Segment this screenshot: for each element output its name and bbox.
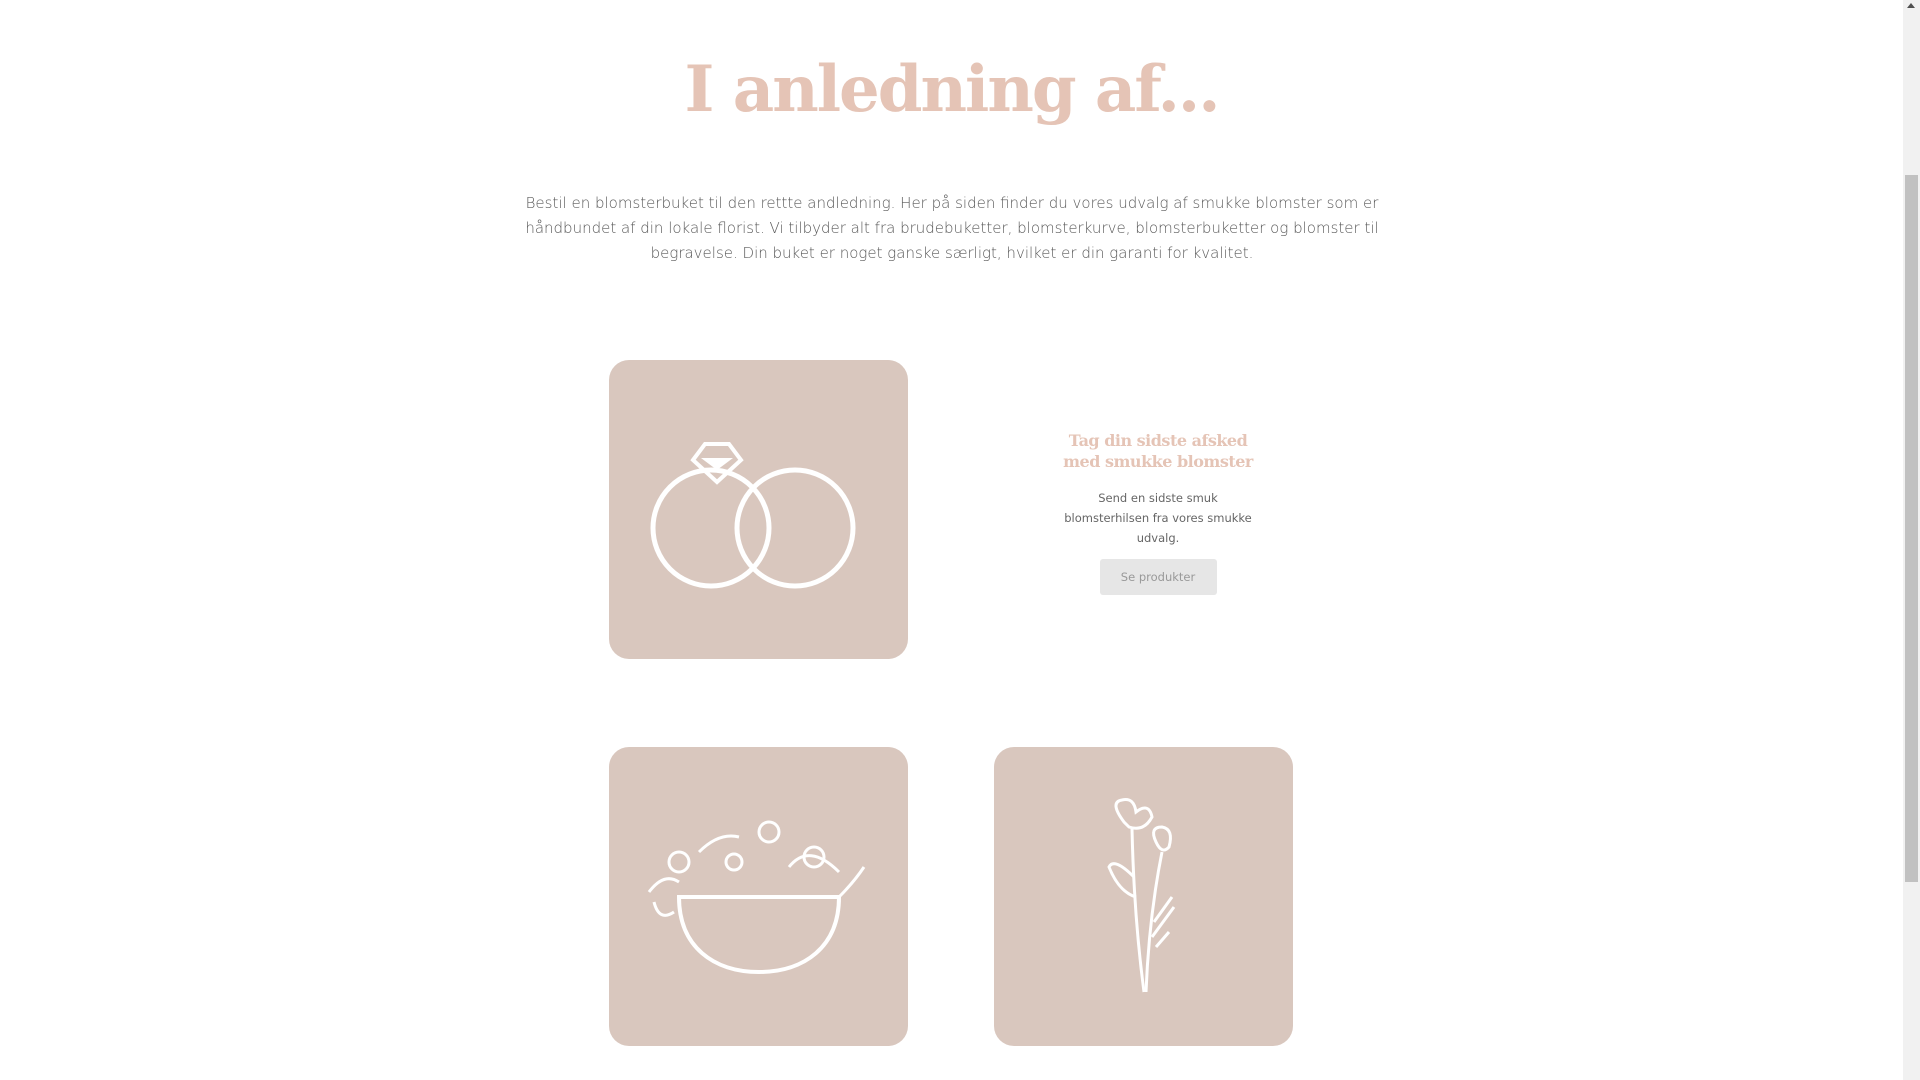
wedding-card[interactable] [609, 360, 908, 659]
flower-bowl-icon [647, 820, 865, 974]
funeral-promo: Tag din sidste afsked med smukke blomste… [1060, 430, 1256, 595]
intro-text: Bestil en blomsterbuket til den rettte a… [525, 194, 1379, 262]
flower-bowl-card[interactable] [609, 747, 908, 1046]
promo-text: Send en sidste smuk blomsterhilsen fra v… [1064, 491, 1252, 545]
see-products-button[interactable]: Se produkter [1099, 559, 1217, 595]
flower-stems-card[interactable] [994, 747, 1293, 1046]
flower-stems-icon [1106, 797, 1175, 992]
scroll-up-arrow-icon[interactable] [1907, 3, 1915, 8]
page-scrollbar[interactable] [1903, 0, 1920, 1080]
scrollbar-thumb[interactable] [1905, 175, 1918, 882]
section-title: I anledning af... [684, 52, 1221, 127]
wedding-rings-icon [650, 441, 855, 588]
promo-heading: Tag din sidste afsked med smukke blomste… [1063, 431, 1253, 471]
